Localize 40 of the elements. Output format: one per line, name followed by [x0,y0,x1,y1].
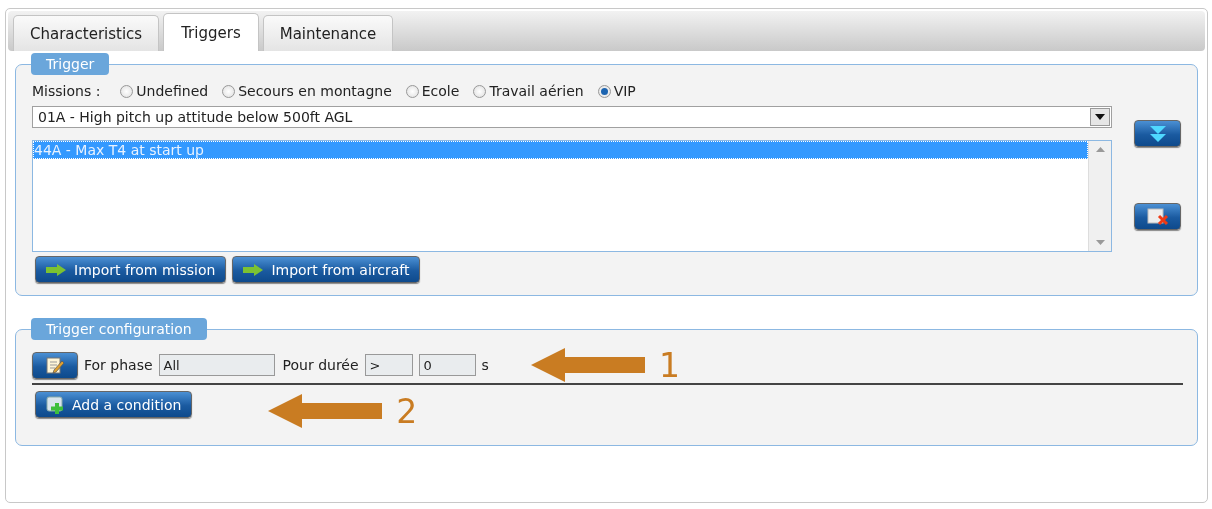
edit-button[interactable] [32,351,78,379]
notepad-pencil-icon [45,355,65,375]
section-legend: Trigger configuration [31,318,207,340]
arrow-right-icon [46,263,66,276]
add-icon [46,395,64,414]
add-condition-button[interactable]: Add a condition [35,391,193,418]
mission-radio[interactable]: VIP [597,83,636,99]
duration-label: Pour durée [282,357,359,373]
import-button[interactable]: Import from mission [35,256,227,283]
unit-label: s [481,357,489,373]
scrollbar[interactable] [1088,141,1111,251]
phase-field[interactable]: All [158,354,275,376]
import-button[interactable]: Import from aircraft [232,256,421,283]
operator-field[interactable]: > [364,354,413,376]
delete-icon [1146,207,1169,226]
mission-radio[interactable]: Secours en montagne [222,83,392,99]
tab[interactable]: Maintenance [262,15,394,51]
radio-icon[interactable] [120,84,134,98]
missions-label: Missions : [32,83,101,99]
mission-radio[interactable]: Travail aérien [473,83,584,99]
trigger-dropdown[interactable]: 01A - High pitch up attitude below 500ft AGL [32,106,1112,128]
remove-button[interactable] [1134,203,1181,230]
radio-icon[interactable] [222,84,236,98]
annotation-number: 1 [658,348,680,382]
phase-label: For phase [84,357,153,373]
scroll-down-icon[interactable] [1095,240,1105,245]
radio-icon[interactable] [597,84,611,98]
tab[interactable]: Triggers [163,13,259,51]
mission-radio[interactable]: Undefined [120,83,209,99]
tab[interactable]: Characteristics [13,15,160,51]
annotation-number: 2 [396,394,418,428]
mission-radio[interactable]: Ecole [405,83,460,99]
arrow-right-icon [243,263,264,276]
radio-icon[interactable] [473,84,487,98]
scroll-up-icon[interactable] [1095,147,1105,152]
add-to-list-button[interactable] [1134,120,1181,147]
double-arrow-down-icon [1148,124,1167,143]
section-legend: Trigger [31,53,110,75]
radio-icon[interactable] [405,84,419,98]
duration-field[interactable]: 0 [418,354,476,376]
